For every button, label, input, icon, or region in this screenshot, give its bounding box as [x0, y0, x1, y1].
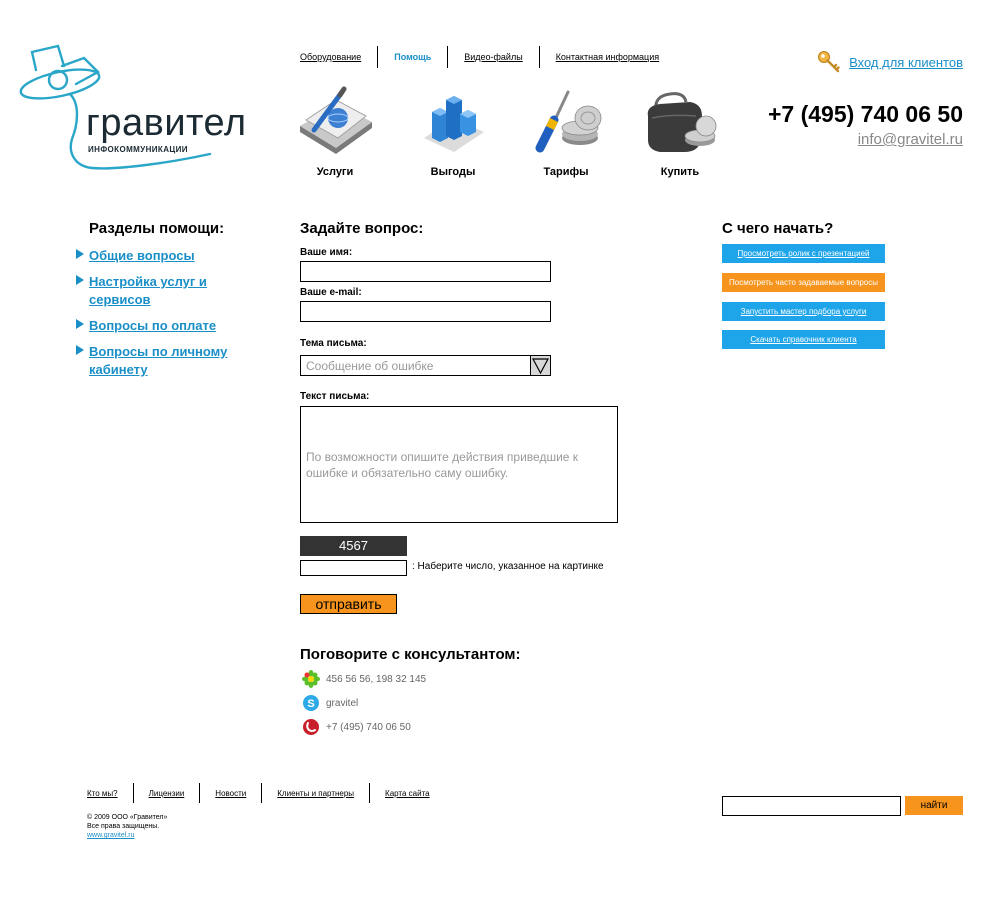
- presentation-button[interactable]: Просмотреть ролик с презентацией: [722, 244, 885, 263]
- help-item-label[interactable]: Вопросы по оплате: [89, 318, 216, 333]
- name-label: Ваше имя:: [300, 247, 353, 258]
- subject-label: Тема письма:: [300, 338, 367, 349]
- faq-button[interactable]: Посмотреть часто задаваемые вопросы: [722, 273, 885, 292]
- captcha-hint: : Наберите число, указанное на картинке: [412, 561, 604, 572]
- email-input[interactable]: [300, 301, 551, 322]
- site-link[interactable]: www.gravitel.ru: [87, 831, 167, 840]
- arrow-right-icon: [76, 249, 84, 259]
- contact-icq-text: 456 56 56, 198 32 145: [326, 673, 427, 685]
- icq-icon: [302, 670, 320, 688]
- menu-buy[interactable]: Купить: [635, 86, 725, 178]
- name-input[interactable]: [300, 261, 551, 282]
- contact-icq[interactable]: 456 56 56, 198 32 145: [302, 670, 426, 688]
- logo-subtitle: ИНФОКОММУНИКАЦИИ: [88, 145, 188, 154]
- help-item-services[interactable]: Настройка услуг и сервисов: [76, 273, 256, 309]
- menu-tariffs-label: Тарифы: [543, 166, 589, 178]
- menu-benefits[interactable]: Выгоды: [408, 86, 498, 178]
- bar-chart-icon: [424, 96, 484, 152]
- arrow-right-icon: [76, 319, 84, 329]
- menu-benefits-label: Выгоды: [430, 166, 476, 178]
- copyright: © 2009 ООО «Гравител» Все права защищены…: [87, 813, 167, 840]
- phone-icon: [303, 719, 319, 735]
- consultant-title: Поговорите с консультантом:: [300, 646, 521, 663]
- search-input[interactable]: [722, 796, 901, 816]
- menu-tariffs[interactable]: Тарифы: [521, 86, 611, 178]
- footer-sitemap[interactable]: Карта сайта: [370, 789, 445, 798]
- message-placeholder: По возможности опишите действия приведши…: [306, 450, 579, 480]
- menu-services-label: Услуги: [316, 166, 354, 178]
- question-form: Задайте вопрос:: [300, 220, 630, 246]
- help-item-general[interactable]: Общие вопросы: [76, 247, 256, 265]
- search-button[interactable]: найти: [905, 796, 963, 815]
- svg-text:S: S: [307, 698, 314, 710]
- footer-clients[interactable]: Клиенты и партнеры: [262, 789, 369, 798]
- contact-phone[interactable]: +7 (495) 740 06 50: [302, 718, 411, 736]
- help-item-label[interactable]: Настройка услуг и сервисов: [89, 274, 207, 307]
- text-label: Текст письма:: [300, 391, 370, 402]
- skype-icon: S: [303, 695, 319, 711]
- nav-contacts[interactable]: Контактная информация: [540, 46, 675, 68]
- contact-phone-text: +7 (495) 740 06 50: [326, 721, 411, 733]
- start-title: С чего начать?: [722, 220, 834, 237]
- header-email[interactable]: info@gravitel.ru: [858, 131, 963, 148]
- contact-skype[interactable]: S gravitel: [302, 694, 358, 712]
- nav-help[interactable]: Помощь: [378, 46, 447, 68]
- service-wizard-button[interactable]: Запустить мастер подбора услуги: [722, 302, 885, 321]
- subject-value: Сообщение об ошибке: [306, 359, 434, 373]
- captcha-image: 4567: [300, 536, 407, 556]
- subject-select[interactable]: Сообщение об ошибке: [300, 355, 551, 376]
- message-textarea[interactable]: По возможности опишите действия приведши…: [300, 406, 618, 523]
- wallet-coins-icon: [647, 92, 717, 152]
- logo-name: гравител: [86, 102, 247, 144]
- client-login-link[interactable]: Вход для клиентов: [849, 55, 963, 70]
- copyright-text: © 2009 ООО «Гравител»: [87, 814, 168, 821]
- help-item-account[interactable]: Вопросы по личному кабинету: [76, 343, 256, 379]
- captcha-input[interactable]: [300, 560, 407, 576]
- client-login[interactable]: Вход для клиентов: [817, 50, 963, 74]
- help-item-label[interactable]: Вопросы по личному кабинету: [89, 344, 227, 377]
- footer-about[interactable]: Кто мы?: [87, 789, 133, 798]
- logo[interactable]: гравител ИНФОКОММУНИКАЦИИ: [14, 44, 259, 174]
- contact-skype-text: gravitel: [326, 697, 359, 709]
- triangle-down-icon: [531, 358, 550, 375]
- help-sections-list: Общие вопросы Настройка услуг и сервисов…: [76, 247, 256, 379]
- help-sections-title: Разделы помощи:: [89, 220, 225, 237]
- icon-menu: Услуги Выгоды Тарифы Купить: [298, 86, 738, 186]
- header-phone: +7 (495) 740 06 50: [767, 101, 963, 127]
- email-label: Ваше e-mail:: [300, 287, 362, 298]
- help-sections: Разделы помощи: Общие вопросы Настройка …: [76, 220, 256, 387]
- top-nav: Оборудование Помощь Видео-файлы Контактн…: [300, 46, 675, 68]
- screwdriver-coins-icon: [535, 90, 602, 153]
- footer-nav: Кто мы? Лицензии Новости Клиенты и партн…: [87, 783, 445, 803]
- menu-services[interactable]: Услуги: [290, 86, 380, 178]
- dropdown-button[interactable]: [530, 356, 550, 375]
- client-guide-button[interactable]: Скачать справочник клиента: [722, 330, 885, 349]
- submit-button[interactable]: отправить: [300, 594, 397, 614]
- book-globe-icon: [300, 86, 372, 154]
- rights-text: Все права защищены.: [87, 823, 160, 830]
- arrow-right-icon: [76, 275, 84, 285]
- arrow-right-icon: [76, 345, 84, 355]
- nav-video[interactable]: Видео-файлы: [448, 46, 538, 68]
- help-item-payment[interactable]: Вопросы по оплате: [76, 317, 256, 335]
- form-title: Задайте вопрос:: [300, 220, 424, 237]
- footer-news[interactable]: Новости: [200, 789, 261, 798]
- help-item-label[interactable]: Общие вопросы: [89, 248, 195, 263]
- nav-equipment[interactable]: Оборудование: [300, 46, 377, 68]
- menu-buy-label: Купить: [660, 166, 700, 178]
- key-icon: [818, 51, 840, 73]
- footer-licenses[interactable]: Лицензии: [134, 789, 200, 798]
